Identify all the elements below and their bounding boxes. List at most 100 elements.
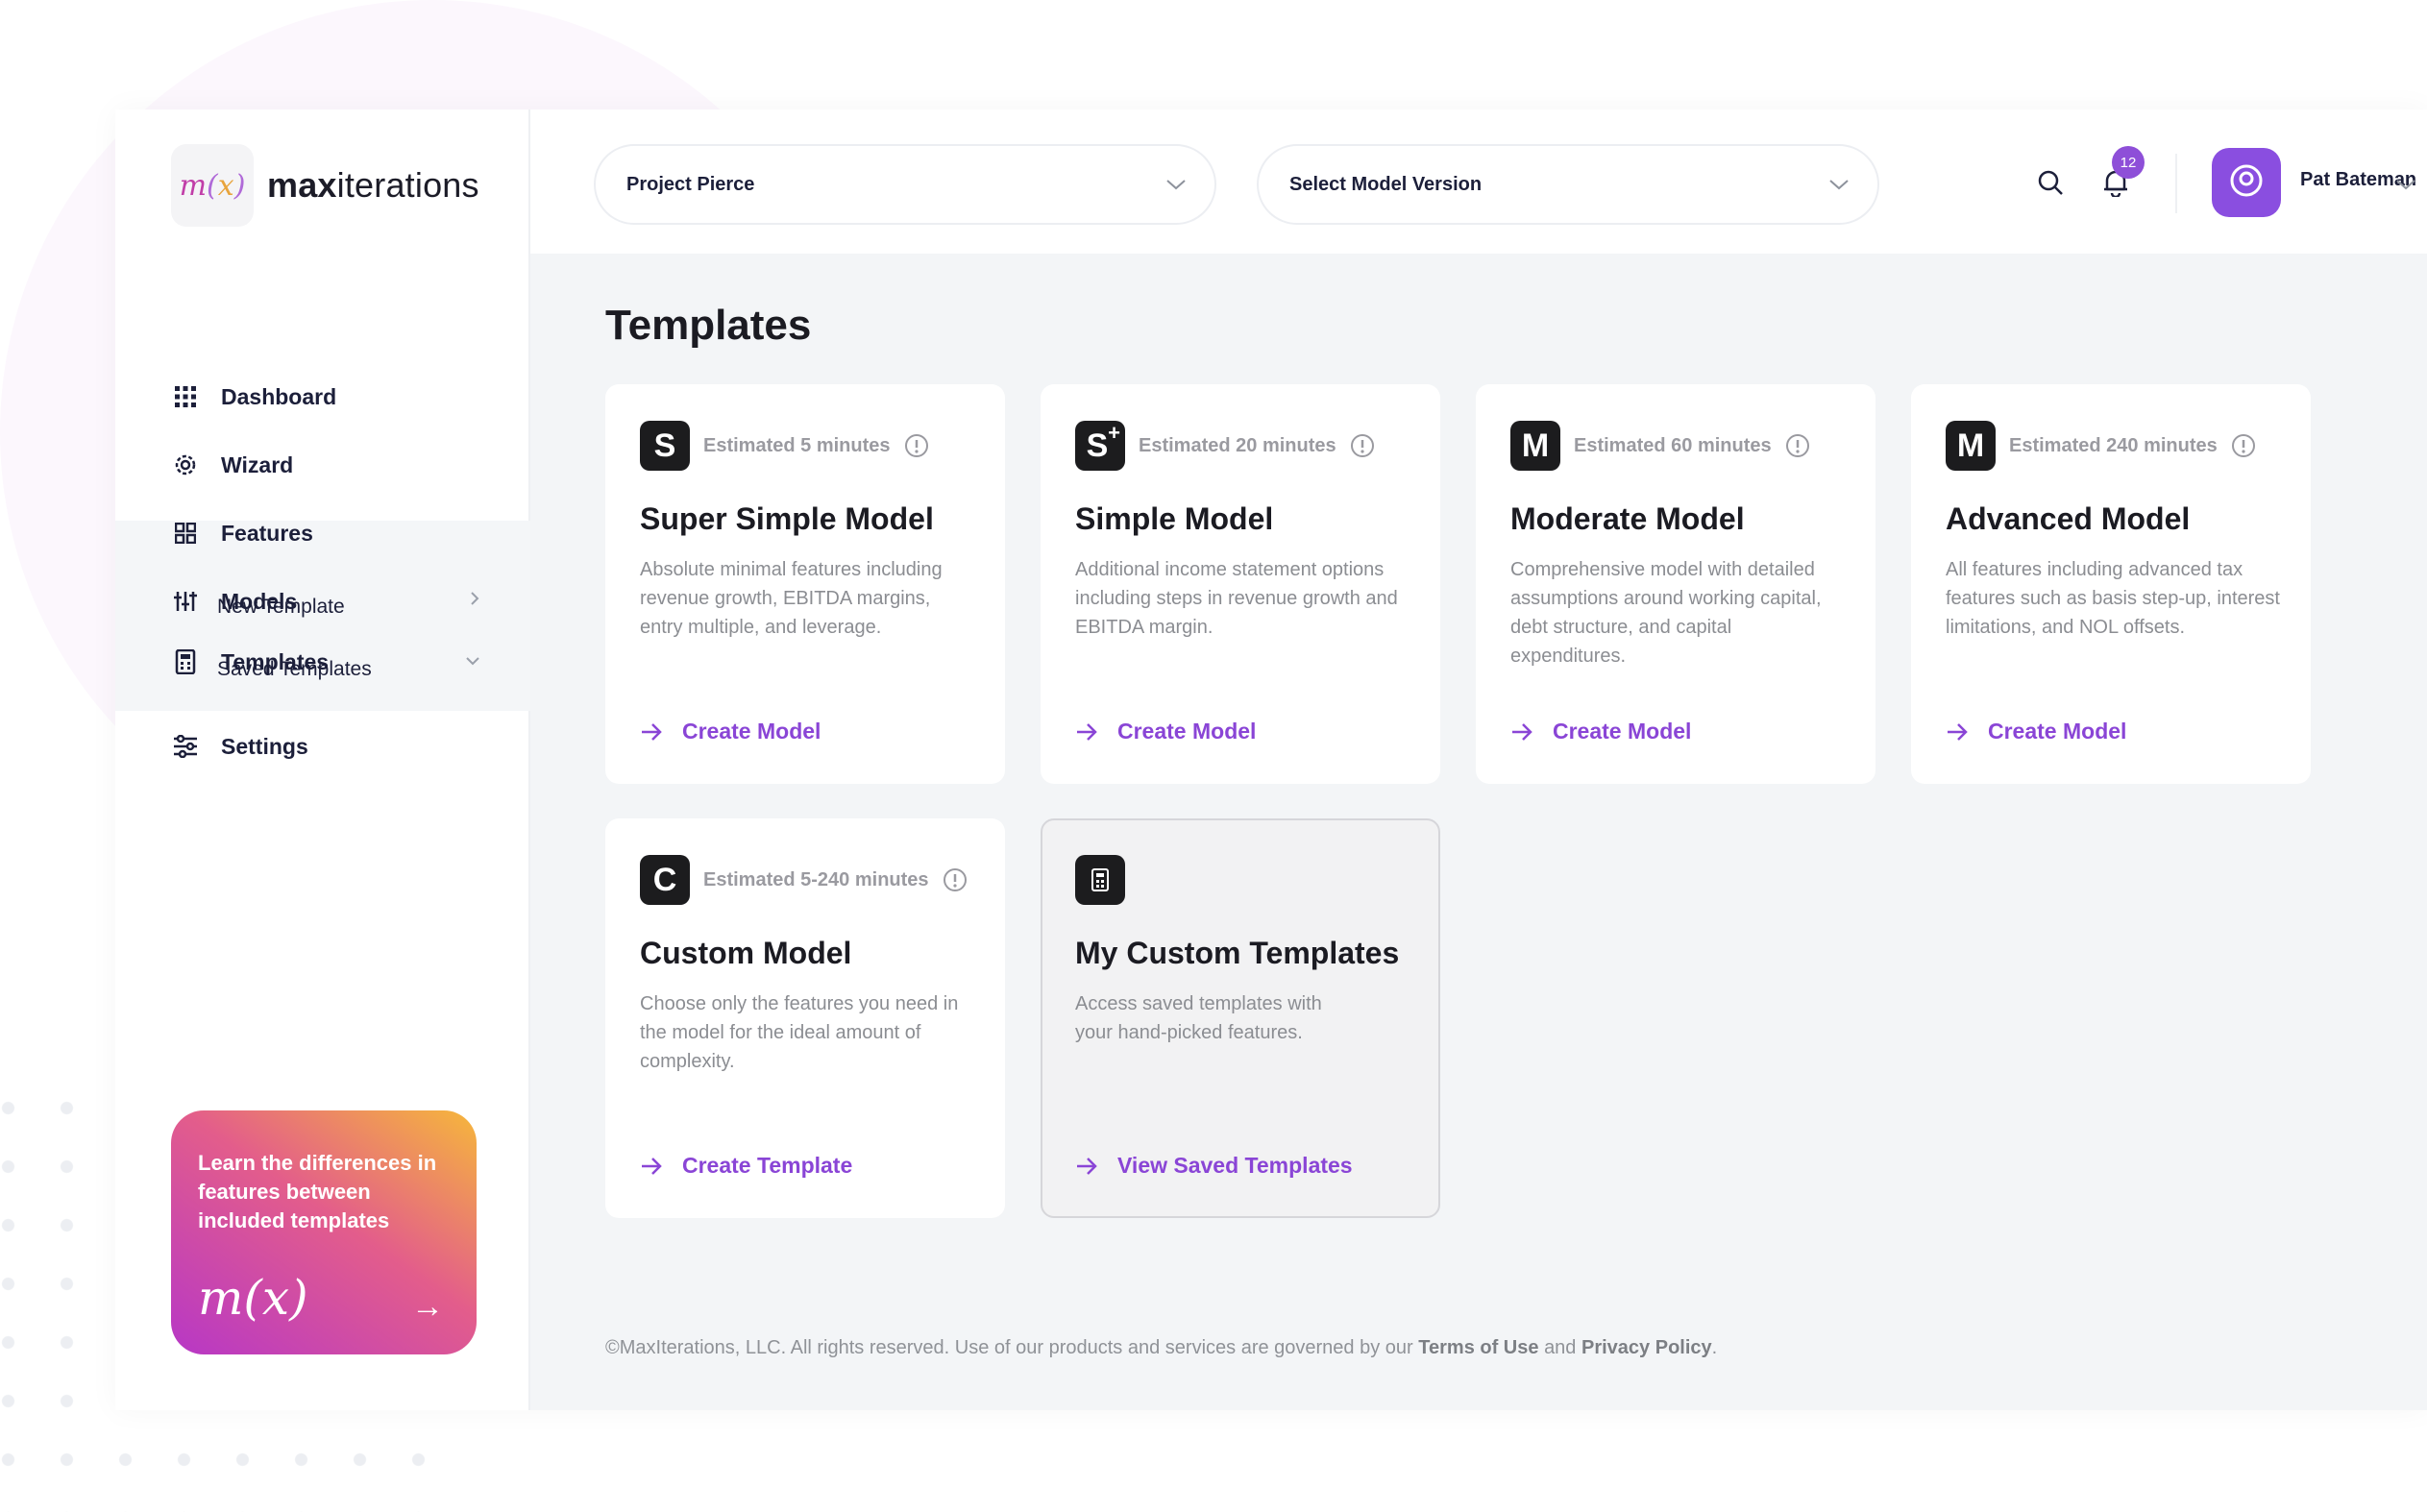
card-header: C Estimated 5-240 minutes [640,855,968,905]
create-model-link[interactable]: Create Model [1510,719,1691,744]
gear-icon [173,452,198,477]
arrow-right-icon [1077,722,1097,741]
footer: ©MaxIterations, LLC. All rights reserved… [605,1337,1717,1359]
promo-card[interactable]: Learn the differences in features betwee… [171,1110,477,1354]
card-header: M Estimated 60 minutes [1510,421,1810,471]
card-description: All features including advanced tax feat… [1946,559,2280,638]
level-badge: M [1510,421,1560,471]
blocks-icon [173,521,198,546]
card-description: Additional income statement options incl… [1075,559,1398,638]
sidebar-item-label: Wizard [221,451,294,477]
create-model-link[interactable]: Create Model [1946,719,2126,744]
template-card-super-simple: S Estimated 5 minutes Super Simple Model… [605,384,1005,784]
card-title: Advanced Model [1946,501,2191,536]
link-label: Create Model [682,719,821,744]
info-icon[interactable] [943,867,968,892]
info-icon[interactable] [1350,433,1375,458]
create-model-link[interactable]: Create Model [1075,719,1256,744]
sidebar: m(x) maxiterations Dashboard Wizard Feat… [115,110,530,1410]
settings-sliders-icon [173,734,198,759]
card-title: Simple Model [1075,501,1274,536]
model-version-select-value: Select Model Version [1289,173,1483,195]
chevron-down-icon [465,651,480,671]
page-title: Templates [605,302,812,349]
sidebar-item-features[interactable]: Features [115,500,530,567]
card-description: Comprehensive model with detailed assump… [1510,559,1822,667]
promo-logo: m(x) [198,1270,308,1326]
card-header: S + Estimated 20 minutes [1075,421,1375,471]
info-icon[interactable] [904,433,929,458]
divider [2175,154,2177,213]
notification-badge: 12 [2112,146,2145,179]
sidebar-item-label: Features [221,520,313,546]
user-icon [2229,163,2264,203]
project-select-value: Project Pierce [626,173,755,195]
app-window: m(x) maxiterations Dashboard Wizard Feat… [115,110,2427,1410]
calculator-icon [173,649,198,674]
chevron-down-icon [1827,173,1851,202]
create-model-link[interactable]: Create Model [640,719,821,744]
sidebar-item-label: Settings [221,733,308,759]
promo-text: Learn the differences in features betwee… [198,1151,437,1232]
logo[interactable]: m(x) maxiterations [171,144,479,227]
create-template-link[interactable]: Create Template [640,1153,852,1179]
arrow-right-icon [642,722,662,741]
card-title: Moderate Model [1510,501,1745,536]
template-card-advanced: M Estimated 240 minutes Advanced Model A… [1911,384,2311,784]
template-card-simple: S + Estimated 20 minutes Simple Model Add… [1041,384,1440,784]
project-select[interactable]: Project Pierce [594,144,1216,225]
arrow-right-icon [642,1157,662,1175]
card-description: Absolute minimal features including reve… [640,559,943,638]
logo-text: maxiterations [267,165,479,205]
level-badge: C [640,855,690,905]
estimate-text: Estimated 5-240 minutes [703,868,929,890]
estimate-text: Estimated 60 minutes [1574,434,1772,456]
avatar[interactable] [2212,148,2281,217]
level-badge: M [1946,421,1996,471]
card-title: Super Simple Model [640,501,934,536]
estimate-text: Estimated 20 minutes [1139,434,1336,456]
link-label: Create Model [1988,719,2127,744]
arrow-right-icon [1077,1157,1097,1175]
logo-mark: m(x) [171,144,254,227]
sidebar-item-settings[interactable]: Settings [115,713,530,780]
link-label: View Saved Templates [1117,1153,1353,1178]
topbar: Project Pierce Select Model Version 12 P… [530,110,2427,254]
calculator-icon [1075,855,1125,905]
search-icon[interactable] [2031,163,2070,202]
card-header: M Estimated 240 minutes [1946,421,2256,471]
estimate-text: Estimated 5 minutes [703,434,891,456]
card-header [1075,855,1125,905]
sidebar-item-dashboard[interactable]: Dashboard [115,363,530,430]
sidebar-subitem-new-template[interactable]: New Template [217,596,345,619]
model-version-select[interactable]: Select Model Version [1257,144,1879,225]
footer-and: and [1544,1337,1577,1358]
card-title: Custom Model [640,936,852,970]
template-card-moderate: M Estimated 60 minutes Moderate Model Co… [1476,384,1875,784]
chevron-down-icon [1164,173,1188,202]
footer-text: ©MaxIterations, LLC. All rights reserved… [605,1337,1413,1358]
card-description: Choose only the features you need in the… [640,993,959,1072]
chevron-right-icon [469,591,480,611]
view-saved-templates-link[interactable]: View Saved Templates [1075,1153,1353,1179]
sidebar-subitem-saved-templates[interactable]: Saved Templates [217,658,372,681]
info-icon[interactable] [1785,433,1810,458]
grid-icon [173,384,198,409]
sidebar-item-wizard[interactable]: Wizard [115,431,530,499]
link-label: Create Model [1553,719,1692,744]
link-label: Create Template [682,1153,853,1178]
privacy-link[interactable]: Privacy Policy [1581,1337,1712,1358]
level-badge: S [640,421,690,471]
sliders-icon [173,589,198,614]
template-card-my-custom-templates[interactable]: My Custom Templates Access saved templat… [1041,818,1440,1218]
template-card-custom: C Estimated 5-240 minutes Custom Model C… [605,818,1005,1218]
level-badge: S + [1075,421,1125,471]
link-label: Create Model [1117,719,1257,744]
chevron-down-icon[interactable] [2394,173,2417,201]
sidebar-item-label: Dashboard [221,383,337,409]
info-icon[interactable] [2231,433,2256,458]
card-title: My Custom Templates [1075,936,1400,970]
terms-link[interactable]: Terms of Use [1418,1337,1538,1358]
arrow-right-icon: → [411,1288,444,1325]
estimate-text: Estimated 240 minutes [2009,434,2218,456]
